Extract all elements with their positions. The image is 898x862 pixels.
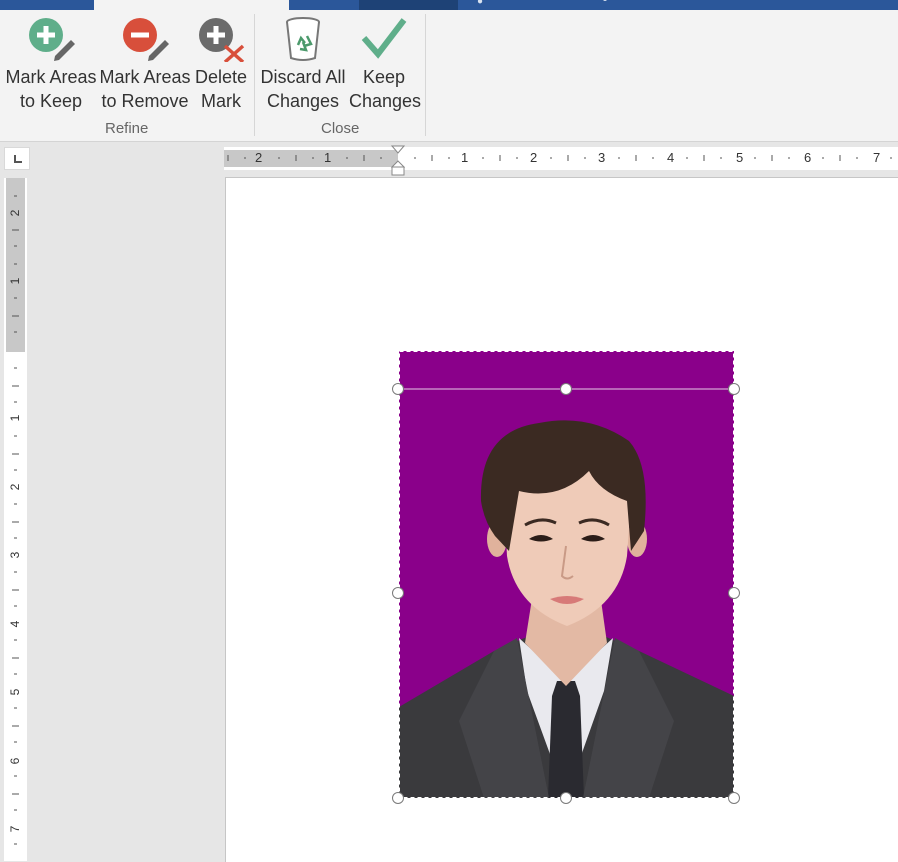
button-label-line2: Mark [201, 91, 241, 111]
ruler-number: 1 [324, 150, 332, 165]
ruler-number: 2 [255, 150, 263, 165]
resize-handle-top-left[interactable] [392, 383, 404, 395]
ruler-number: 6 [8, 757, 22, 765]
vertical-ruler[interactable]: 2 1 1 2 3 4 5 6 7 [4, 178, 27, 861]
delete-mark-button[interactable]: Delete Mark [193, 16, 249, 116]
ruler-number: 2 [530, 150, 538, 165]
group-separator [254, 14, 255, 136]
button-label-line2: to Remove [101, 91, 189, 111]
ribbon: Mark Areas to Keep Mark Areas to Remove De… [0, 10, 898, 142]
plus-x-icon [199, 18, 245, 62]
ruler-number: 7 [873, 150, 881, 165]
resize-handle-top-right[interactable] [728, 383, 740, 395]
resize-handle-bottom[interactable] [560, 792, 572, 804]
resize-handle-bottom-left[interactable] [392, 792, 404, 804]
plus-pencil-icon [29, 18, 75, 61]
ruler-number: 5 [736, 150, 744, 165]
button-label-line1: Keep [362, 67, 406, 87]
checkmark-icon [361, 18, 407, 59]
ruler-number: 5 [8, 688, 22, 696]
tab-highlighted[interactable] [359, 0, 458, 10]
button-label-line2: Changes [266, 91, 340, 111]
resize-handle-right[interactable] [728, 587, 740, 599]
horizontal-ruler[interactable]: 2 1 1 2 3 4 5 6 7 [224, 147, 898, 170]
tab-background-removal[interactable] [94, 0, 289, 10]
lightbulb-icon[interactable]: ● [477, 0, 483, 7]
button-label-line1: Delete [194, 67, 248, 87]
title-bar: ● [0, 0, 898, 10]
ruler-number: 1 [8, 277, 22, 285]
mark-areas-to-remove-button[interactable]: Mark Areas to Remove [99, 16, 191, 116]
ruler-number: 2 [8, 483, 22, 491]
button-label-line2: Changes [349, 91, 422, 111]
button-label-line1: Discard All [260, 67, 346, 87]
ruler-number: 3 [8, 551, 22, 559]
recycle-bin-icon [286, 17, 320, 61]
portrait-photo[interactable] [399, 351, 734, 798]
ruler-number: 4 [667, 150, 675, 165]
ruler-number: 3 [598, 150, 606, 165]
ruler-number: 1 [8, 414, 22, 422]
resize-handle-bottom-right[interactable] [728, 792, 740, 804]
indent-marker-icon[interactable] [391, 145, 405, 177]
keep-changes-button[interactable]: Keep Changes [349, 16, 422, 116]
ruler-number: 4 [8, 620, 22, 628]
minus-pencil-icon [123, 18, 169, 61]
ruler-number: 1 [461, 150, 469, 165]
button-label-line1: Mark Areas [99, 67, 191, 87]
group-separator [425, 14, 426, 136]
ruler-number: 6 [804, 150, 812, 165]
group-label-close: Close [321, 120, 360, 137]
resize-handle-left[interactable] [392, 587, 404, 599]
mark-areas-to-keep-button[interactable]: Mark Areas to Keep [5, 16, 97, 116]
ruler-number: 2 [8, 209, 22, 217]
discard-all-changes-button[interactable]: Discard All Changes [259, 16, 347, 116]
left-tab-icon [14, 155, 22, 163]
ruler-number: 7 [8, 825, 22, 833]
tell-me-hint [603, 0, 607, 1]
button-label-line2: to Keep [19, 91, 83, 111]
resize-handle-top[interactable] [560, 383, 572, 395]
button-label-line1: Mark Areas [5, 67, 97, 87]
tab-selector-button[interactable] [4, 147, 30, 170]
group-label-refine: Refine [105, 120, 149, 137]
